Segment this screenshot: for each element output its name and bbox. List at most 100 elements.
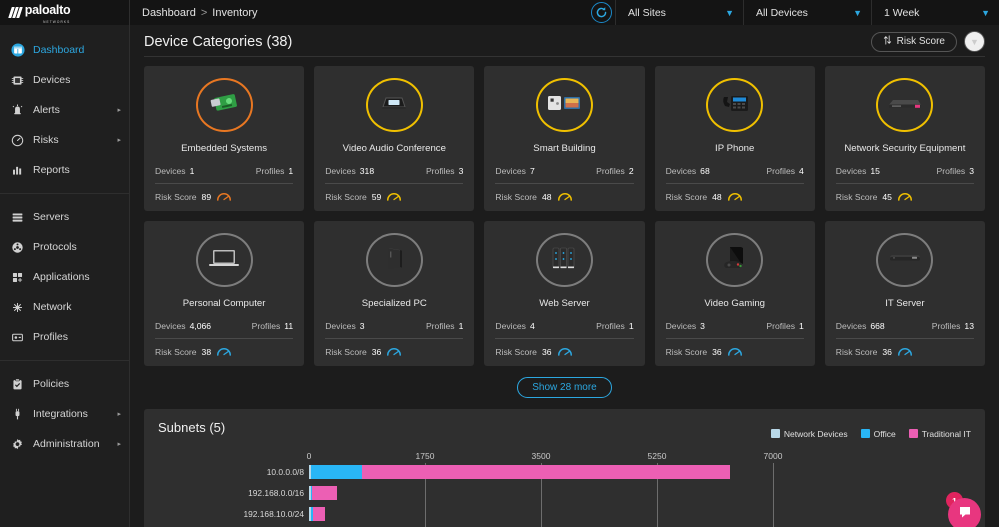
- brand-logo[interactable]: paloalto NETWORKS: [0, 0, 129, 25]
- sidebar-item-label: Reports: [33, 164, 70, 176]
- sidebar-item-risks[interactable]: Risks ▸: [0, 125, 129, 155]
- category-name: Smart Building: [533, 143, 596, 155]
- chart-row[interactable]: 192.168.0.0/16: [158, 485, 971, 501]
- profiles-icon: [11, 331, 28, 344]
- show-more-button[interactable]: Show 28 more: [517, 377, 612, 398]
- sidebar-item-dashboard[interactable]: Dashboard: [0, 35, 129, 65]
- timerange-selector[interactable]: 1 Week ▼: [871, 0, 999, 25]
- devices-count: 4: [529, 321, 535, 332]
- risk-score-value: 45: [882, 191, 892, 202]
- card-divider: [325, 183, 464, 184]
- device-category-card[interactable]: Specialized PC Devices 3 Profiles 1 Risk Scor…: [314, 221, 475, 366]
- devices-stat: Devices 318: [325, 166, 375, 177]
- device-category-card[interactable]: Web Server Devices 4 Profiles 1 Risk Score 36: [484, 221, 645, 366]
- sidebar-item-administration[interactable]: Administration ▸: [0, 429, 129, 459]
- sidebar-item-servers[interactable]: Servers: [0, 202, 129, 232]
- sidebar-item-profiles[interactable]: Profiles: [0, 322, 129, 352]
- devices-stat: Devices 3: [325, 321, 365, 332]
- chart-row[interactable]: 192.168.10.0/24: [158, 506, 971, 522]
- risk-score-row: Risk Score 45: [836, 190, 974, 203]
- integrations-icon: [11, 408, 28, 421]
- site-selector[interactable]: All Sites ▼: [615, 0, 743, 25]
- refresh-icon: [591, 2, 612, 23]
- chevron-down-icon: ▼: [970, 36, 979, 47]
- card-divider: [495, 338, 634, 339]
- device-category-card[interactable]: Video Gaming Devices 3 Profiles 1 Risk Score 3…: [654, 221, 815, 366]
- card-divider: [835, 183, 974, 184]
- breadcrumb-root[interactable]: Dashboard: [142, 7, 196, 19]
- category-ring: [365, 233, 423, 288]
- device-category-card[interactable]: IP Phone Devices 68 Profiles 4 Risk Score 48: [654, 66, 815, 211]
- device-category-card[interactable]: Embedded Systems Devices 1 Profiles 1 Risk Sc…: [144, 66, 305, 211]
- profiles-count: 1: [799, 321, 804, 332]
- sort-arrows-icon: [883, 35, 892, 48]
- sort-risk-score-button[interactable]: Risk Score: [870, 31, 957, 52]
- device-category-card[interactable]: IT Server Devices 668 Profiles 13 Risk Score 3…: [824, 221, 985, 366]
- legend-item[interactable]: Office: [860, 429, 896, 439]
- profiles-count: 3: [458, 166, 464, 177]
- category-stats: Devices 15 Profiles 3: [836, 166, 974, 176]
- sidebar-item-devices[interactable]: Devices: [0, 65, 129, 95]
- risk-score-value: 89: [201, 191, 212, 202]
- device-categories-actions: Risk Score ▼: [870, 31, 985, 52]
- device-category-card[interactable]: Network Security Equipment Devices 15 Profi…: [824, 66, 985, 211]
- legend-item[interactable]: Traditional IT: [908, 429, 971, 439]
- scroll-area[interactable]: Embedded Systems Devices 1 Profiles 1 Risk Sc…: [130, 57, 999, 527]
- profiles-stat: Profiles 1: [596, 321, 634, 332]
- chart-bars: 10.0.0.0/8192.168.0.0/16192.168.10.0/241…: [158, 464, 971, 527]
- chevron-right-icon: ▸: [117, 137, 121, 144]
- chart-row-label: 10.0.0.0/8: [266, 467, 304, 477]
- servers-icon: [11, 211, 28, 224]
- devices-stat: Devices 3: [665, 321, 705, 332]
- network-icon: [11, 301, 28, 314]
- stacked-bar[interactable]: [309, 507, 326, 521]
- legend-label: Traditional IT: [921, 429, 971, 439]
- profiles-count: 2: [628, 166, 634, 177]
- sidebar-item-label: Integrations: [33, 408, 88, 420]
- profiles-count: 13: [964, 321, 974, 332]
- risk-gauge-icon: [386, 190, 402, 203]
- category-name: IT Server: [885, 298, 925, 310]
- risk-score-label: Risk Score: [155, 191, 197, 202]
- sidebar-item-integrations[interactable]: Integrations ▸: [0, 399, 129, 429]
- sidebar-item-label: Network: [33, 301, 72, 313]
- sidebar-item-policies[interactable]: Policies: [0, 369, 129, 399]
- sort-label: Risk Score: [896, 36, 945, 47]
- device-category-card[interactable]: Video Audio Conference Devices 318 Profiles…: [314, 66, 475, 211]
- category-stats: Devices 318 Profiles 3: [325, 166, 463, 176]
- sidebar-item-protocols[interactable]: Protocols: [0, 232, 129, 262]
- sidebar-item-reports[interactable]: Reports: [0, 155, 129, 185]
- logo-subtext: NETWORKS: [43, 19, 71, 24]
- devices-stat: Devices 15: [835, 166, 880, 177]
- legend-item[interactable]: Network Devices: [770, 429, 848, 439]
- subnets-chart: 0 1750 3500 5250 7000 10.0.0.0/8 192.168.0.0/…: [158, 451, 971, 527]
- top-bar: Dashboard > Inventory All Sites ▼ All De…: [130, 0, 999, 25]
- device-selector[interactable]: All Devices ▼: [743, 0, 871, 25]
- risk-score-row: Risk Score 59: [325, 190, 463, 203]
- device-category-card[interactable]: Smart Building Devices 7 Profiles 2 Risk Scor…: [484, 66, 645, 211]
- device-category-card[interactable]: Personal Computer Devices 4,066 Profiles 11 R…: [144, 221, 305, 366]
- refresh-button[interactable]: [588, 2, 615, 24]
- stacked-bar[interactable]: [309, 465, 731, 479]
- stacked-bar[interactable]: [309, 486, 337, 500]
- risks-icon: [11, 134, 28, 147]
- sidebar-item-applications[interactable]: Applications: [0, 262, 129, 292]
- category-name: Embedded Systems: [181, 143, 268, 155]
- sidebar-item-alerts[interactable]: Alerts ▸: [0, 95, 129, 125]
- devices-icon: [11, 74, 28, 87]
- timerange-selector-value: 1 Week: [884, 6, 920, 19]
- chart-row[interactable]: 10.0.0.0/8: [158, 464, 971, 480]
- show-more-wrap: Show 28 more: [144, 377, 985, 398]
- laptop-icon: [208, 247, 240, 274]
- profiles-count: 1: [458, 321, 464, 332]
- collapse-section-button[interactable]: ▼: [964, 31, 985, 52]
- risk-gauge-icon: [897, 345, 913, 358]
- risk-gauge-icon: [557, 345, 573, 358]
- category-stats: Devices 668 Profiles 13: [836, 321, 974, 331]
- gear-icon: [11, 438, 28, 451]
- desktop-tower-icon: [381, 245, 407, 276]
- sidebar-item-network[interactable]: Network: [0, 292, 129, 322]
- chevron-down-icon: ▼: [725, 7, 734, 18]
- support-chat-button[interactable]: [948, 498, 981, 527]
- risk-score-row: Risk Score 36: [836, 345, 974, 358]
